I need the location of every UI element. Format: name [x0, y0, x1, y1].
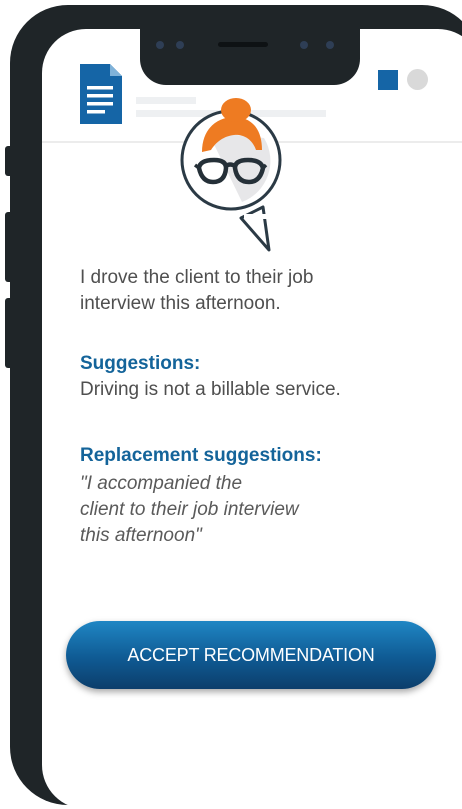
assistant-avatar-icon [180, 98, 282, 252]
accept-recommendation-button[interactable]: ACCEPT RECOMMENDATION [66, 621, 436, 689]
suggestion-text: Driving is not a billable service. [80, 379, 341, 400]
client-statement: I drove the client to their job intervie… [80, 265, 313, 317]
replacement-line: this afternoon" [80, 525, 202, 546]
statement-line: interview this afternoon. [80, 293, 281, 314]
replacement-line: client to their job interview [80, 499, 299, 520]
sensor-dot [156, 41, 164, 49]
sensor-dot [300, 41, 308, 49]
document-icon [80, 64, 122, 124]
replacement-heading: Replacement suggestions: [80, 445, 322, 466]
phone-notch [140, 29, 360, 85]
phone-frame: I drove the client to their job intervie… [10, 5, 462, 809]
replacement-line: "I accompanied the [80, 473, 243, 494]
suggestions-heading: Suggestions: [80, 353, 201, 374]
status-square-icon [378, 70, 398, 90]
replacement-text: "I accompanied the client to their job i… [80, 471, 299, 549]
sensor-dot [176, 41, 184, 49]
status-dot-icon [407, 69, 428, 90]
earpiece-speaker [218, 42, 268, 47]
statement-line: I drove the client to their job [80, 267, 314, 288]
camera-dot [326, 41, 334, 49]
phone-screen: I drove the client to their job intervie… [42, 29, 462, 809]
